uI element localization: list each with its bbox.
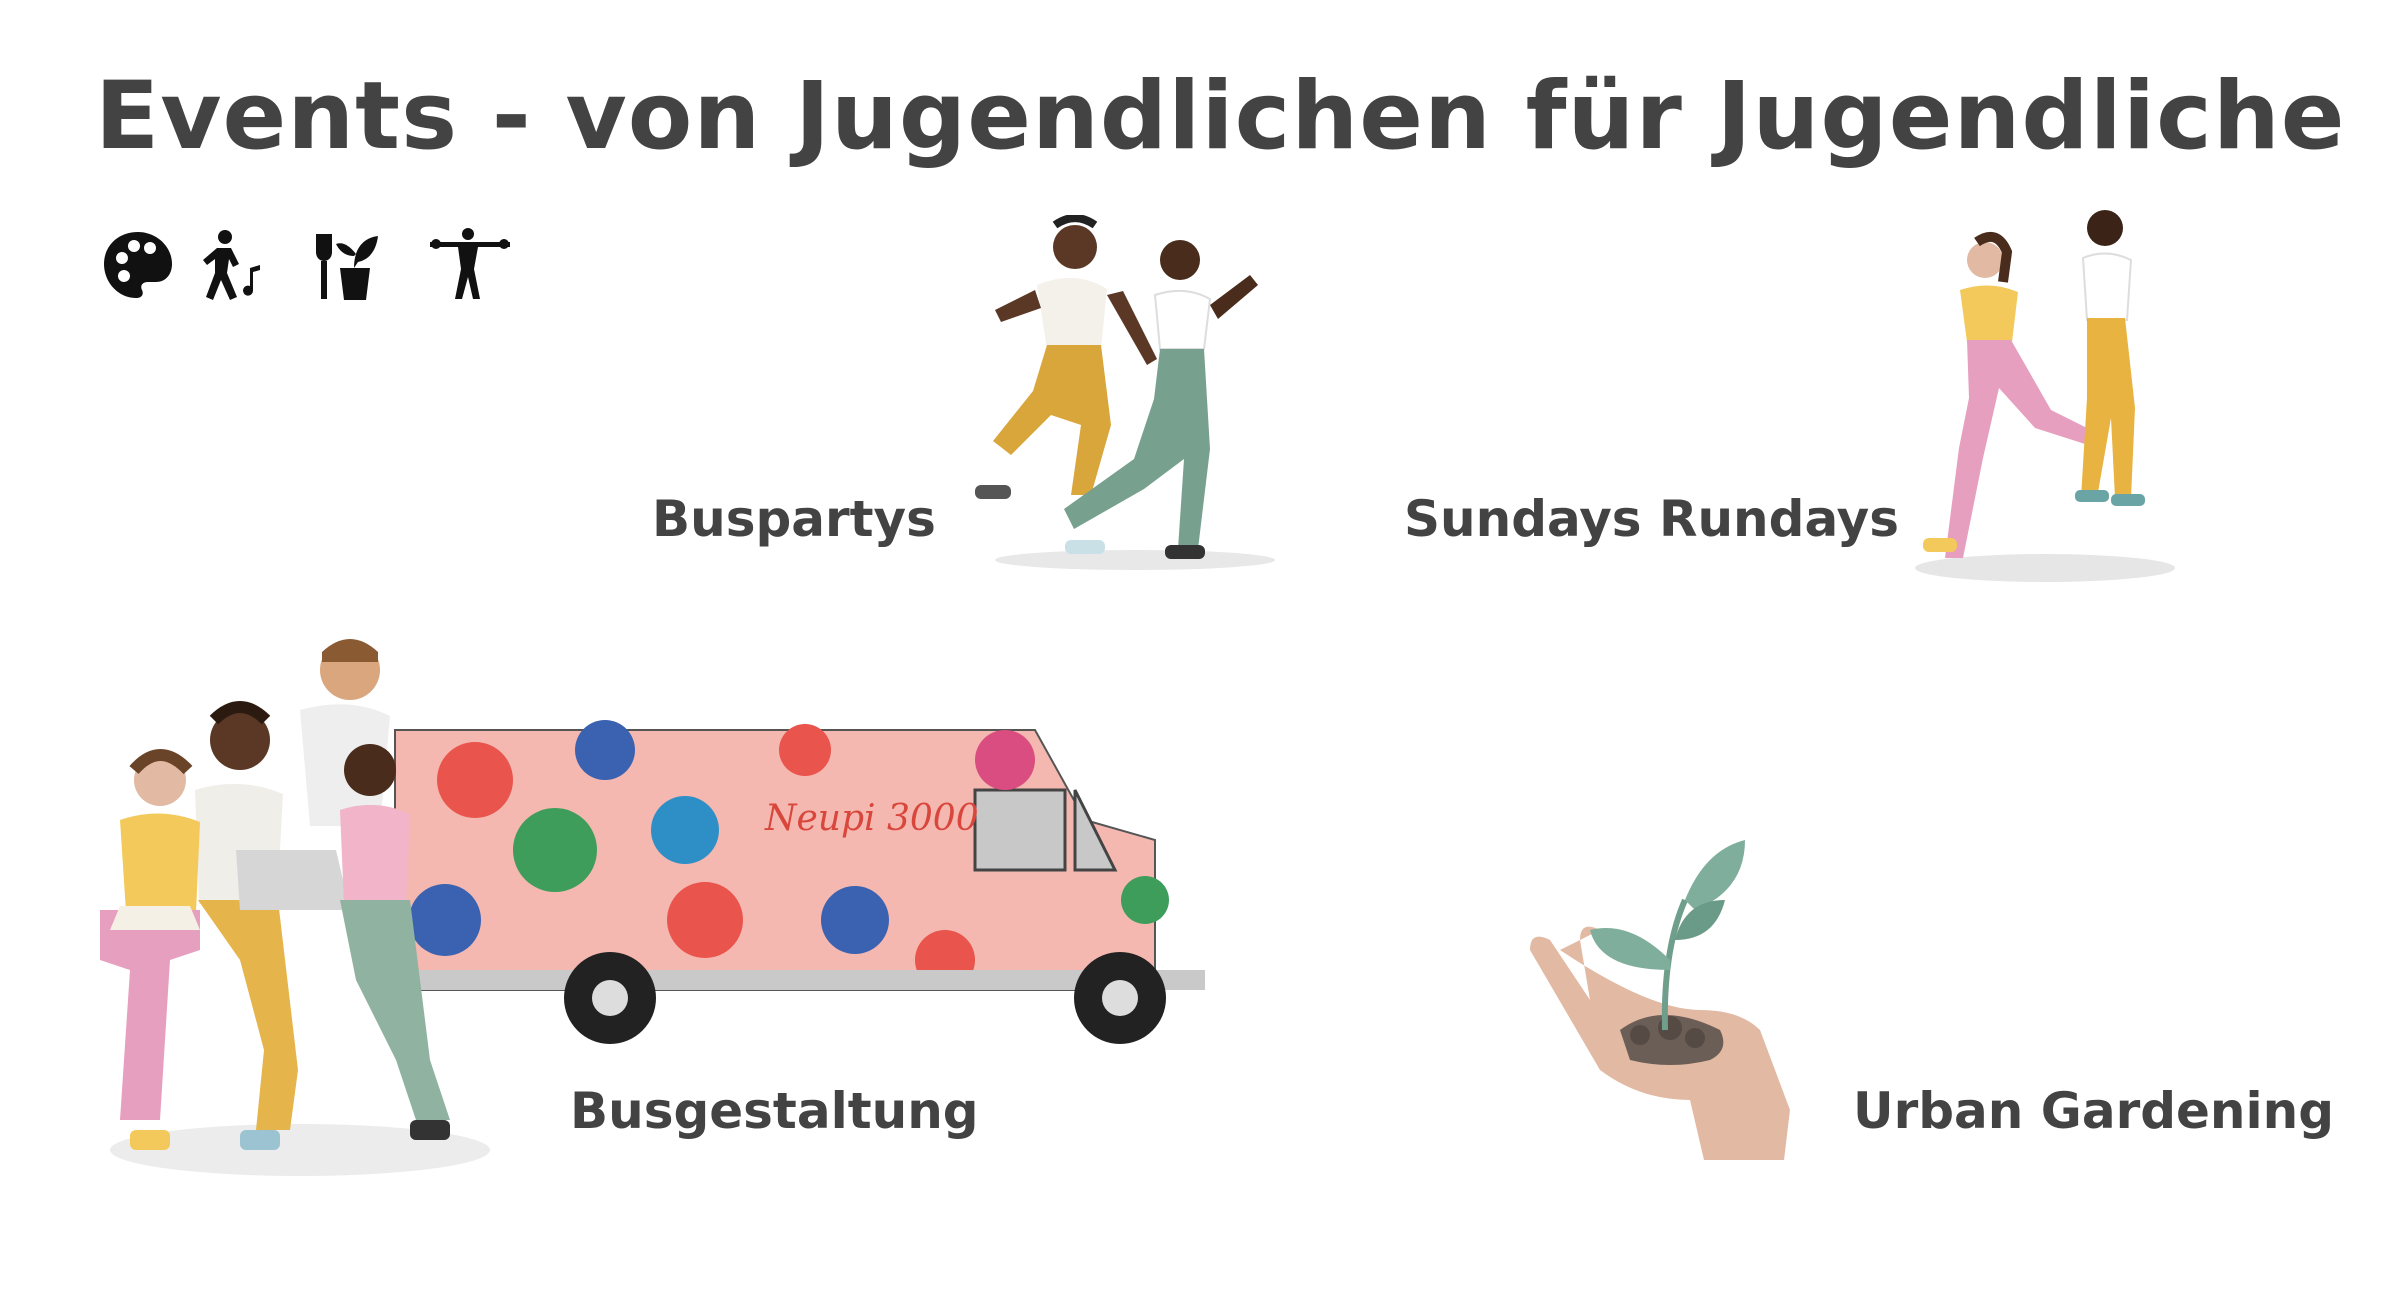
- exercising-person-icon: [430, 228, 510, 299]
- youth-group-illustration: [100, 639, 490, 1176]
- event-label-busgestaltung: Busgestaltung: [570, 1082, 979, 1140]
- event-category-icons: [100, 228, 520, 308]
- dancing-person-icon: [203, 230, 260, 300]
- hand-with-seedling-illustration: [1530, 840, 1790, 1160]
- running-people-illustration: [1915, 210, 2175, 582]
- gardening-tools-icon: [316, 234, 378, 300]
- palette-icon: [104, 232, 172, 298]
- bus-lettering: Neupi 3000: [764, 798, 979, 839]
- event-label-buspartys: Buspartys: [652, 490, 936, 548]
- page-title: Events - von Jugendlichen für Jugendlich…: [95, 62, 2346, 171]
- event-label-sundays-rundays: Sundays Rundays: [1404, 490, 1899, 548]
- dancing-couple-illustration: [975, 215, 1275, 570]
- event-label-urban-gardening: Urban Gardening: [1853, 1082, 2335, 1140]
